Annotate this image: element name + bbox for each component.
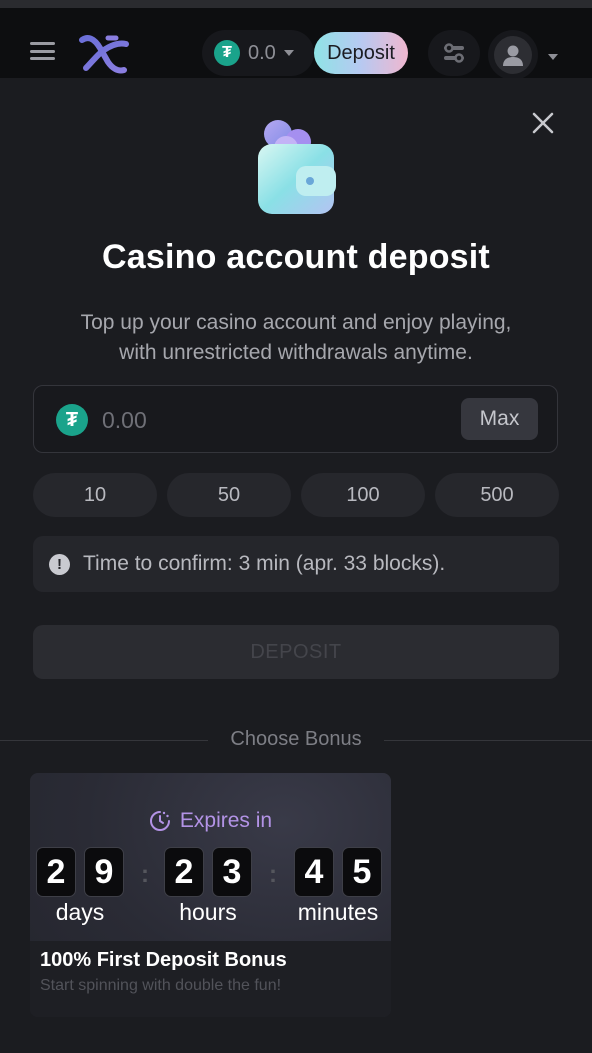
- bonus-footer: 100% First Deposit Bonus Start spinning …: [30, 941, 391, 1017]
- close-icon[interactable]: [530, 110, 556, 136]
- modal-subtitle: Top up your casino account and enjoy pla…: [40, 308, 552, 368]
- preset-500-button[interactable]: 500: [435, 473, 559, 517]
- balance-selector[interactable]: ₮ 0.0: [202, 30, 314, 76]
- deposit-modal: Casino account deposit Top up your casin…: [0, 78, 592, 1053]
- amount-field[interactable]: ₮ Max: [33, 385, 558, 453]
- swap-icon: [444, 43, 464, 63]
- choose-bonus-label: Choose Bonus: [230, 728, 362, 750]
- chevron-down-icon[interactable]: [548, 54, 558, 60]
- countdown-digit: 3: [212, 847, 252, 897]
- bonus-description: Start spinning with double the fun!: [40, 977, 282, 994]
- countdown-digit: 2: [36, 847, 76, 897]
- countdown-digit: 2: [164, 847, 204, 897]
- preset-10-button[interactable]: 10: [33, 473, 157, 517]
- avatar: [494, 36, 532, 74]
- top-header: ₮ 0.0 Deposit: [0, 8, 592, 81]
- countdown-separator: :: [141, 861, 149, 888]
- bonus-card[interactable]: Expires in 2 9 : 2 3 : 4 5 days hours mi…: [30, 773, 391, 1017]
- clock-icon: [149, 811, 170, 831]
- max-button[interactable]: Max: [461, 398, 538, 440]
- minutes-label: minutes: [297, 899, 379, 925]
- menu-icon[interactable]: [30, 42, 55, 60]
- exclamation-icon: !: [49, 553, 70, 575]
- expires-row: Expires in: [30, 809, 391, 833]
- countdown-digit: 4: [294, 847, 334, 897]
- wallet-icon: [250, 118, 342, 218]
- tether-icon: ₮: [56, 404, 88, 436]
- preset-amounts: 10 50 100 500: [33, 473, 559, 517]
- expires-label: Expires in: [179, 809, 273, 832]
- swap-button[interactable]: [428, 30, 480, 76]
- countdown-digit: 9: [84, 847, 124, 897]
- preset-50-button[interactable]: 50: [167, 473, 291, 517]
- subtitle-line: with unrestricted withdrawals anytime.: [119, 341, 473, 364]
- brand-logo[interactable]: [78, 32, 130, 81]
- user-icon: [503, 45, 523, 66]
- confirmation-text: Time to confirm: 3 min (apr. 33 blocks).: [83, 552, 446, 575]
- countdown-separator: :: [269, 861, 277, 888]
- hours-label: hours: [179, 899, 237, 925]
- confirmation-info: ! Time to confirm: 3 min (apr. 33 blocks…: [33, 536, 559, 592]
- bonus-title: 100% First Deposit Bonus: [40, 949, 287, 971]
- countdown-digit: 5: [342, 847, 382, 897]
- chevron-down-icon: [283, 50, 294, 56]
- user-avatar-button[interactable]: [488, 30, 538, 80]
- preset-100-button[interactable]: 100: [301, 473, 425, 517]
- modal-title: Casino account deposit: [102, 238, 490, 276]
- balance-value: 0.0: [248, 41, 276, 64]
- header-deposit-button[interactable]: Deposit: [314, 32, 408, 74]
- deposit-button[interactable]: DEPOSIT: [33, 625, 559, 679]
- days-label: days: [55, 899, 105, 925]
- tether-icon: ₮: [214, 40, 240, 66]
- subtitle-line: Top up your casino account and enjoy pla…: [80, 311, 512, 334]
- amount-input[interactable]: [100, 400, 404, 440]
